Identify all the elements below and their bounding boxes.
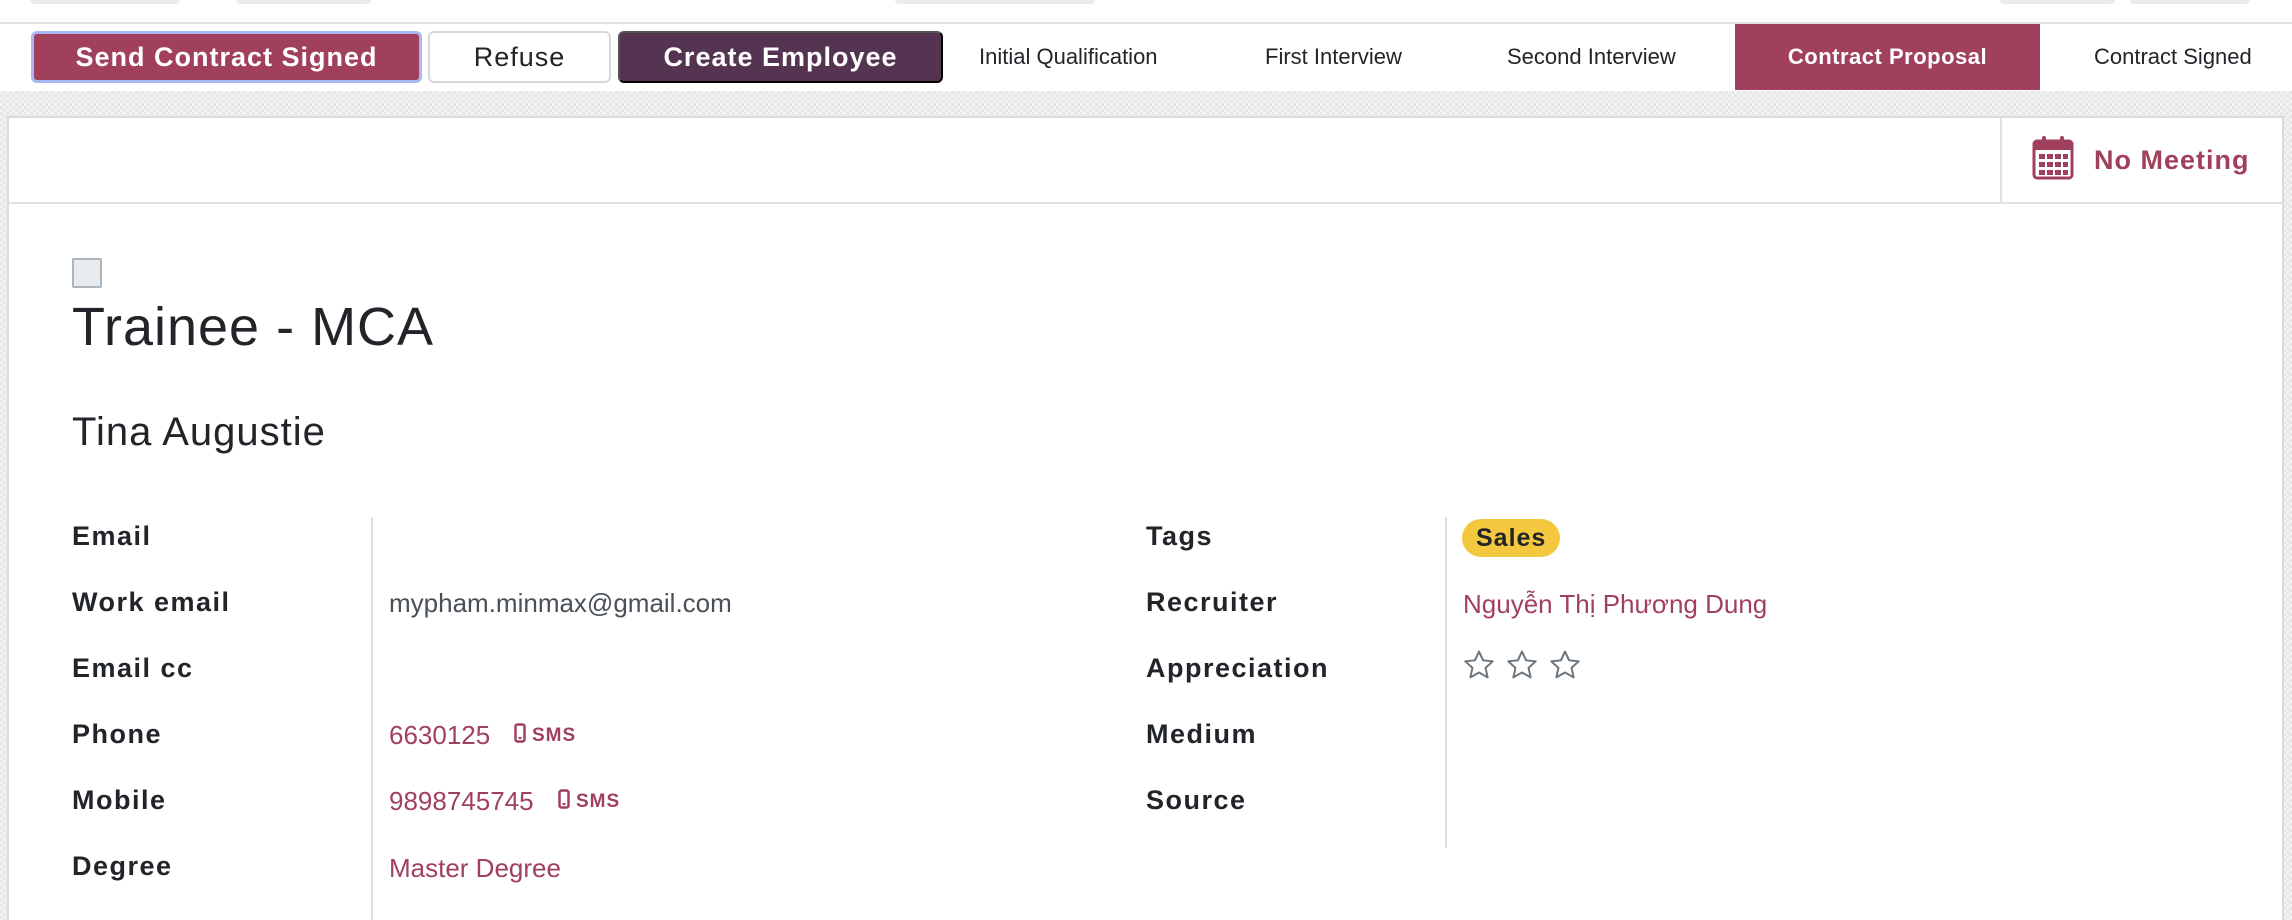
work-email-field[interactable]: mypham.minmax@gmail.com: [389, 588, 732, 619]
mobile-phone-icon: [558, 789, 570, 815]
star-icon[interactable]: [1505, 648, 1539, 687]
job-title[interactable]: Trainee - MCA: [72, 296, 434, 358]
stage-second-interview[interactable]: Second Interview: [1507, 24, 1676, 90]
mobile-phone-icon: [514, 723, 526, 749]
toolbar-remnant: [236, 0, 371, 4]
source-label: Source: [1146, 785, 1247, 815]
work-email-label: Work email: [72, 587, 231, 617]
email-cc-label: Email cc: [72, 653, 194, 683]
sms-label: SMS: [532, 725, 577, 746]
send-contract-signed-button[interactable]: Send Contract Signed: [31, 31, 422, 83]
degree-field[interactable]: Master Degree: [389, 853, 561, 884]
stage-contract-proposal[interactable]: Contract Proposal: [1735, 24, 2040, 90]
create-employee-button[interactable]: Create Employee: [618, 31, 943, 83]
mobile-label: Mobile: [72, 785, 167, 815]
recruiter-label: Recruiter: [1146, 587, 1279, 617]
control-panel: Send Contract Signed Refuse Create Emplo…: [0, 0, 2292, 93]
degree-label: Degree: [72, 851, 173, 881]
phone-field[interactable]: 6630125: [389, 720, 490, 751]
pager-remnant: [2130, 0, 2250, 4]
refuse-button[interactable]: Refuse: [428, 31, 611, 83]
star-icon[interactable]: [1462, 648, 1496, 687]
tags-label: Tags: [1146, 521, 1214, 551]
applicant-name[interactable]: Tina Augustie: [72, 410, 326, 455]
star-icon[interactable]: [1548, 648, 1582, 687]
stage-initial-qualification[interactable]: Initial Qualification: [979, 24, 1158, 90]
sms-label: SMS: [576, 791, 621, 812]
mobile-sms-button[interactable]: SMS: [558, 789, 620, 815]
pager-remnant: [2000, 0, 2115, 4]
smart-button-box: No Meeting: [9, 118, 2282, 204]
email-label: Email: [72, 521, 152, 551]
field-separator: [371, 517, 373, 920]
mobile-field[interactable]: 9898745745: [389, 786, 534, 817]
medium-label: Medium: [1146, 719, 1258, 749]
breadcrumb-remnant: [30, 0, 180, 4]
calendar-icon: [2032, 134, 2074, 187]
tag-sales[interactable]: Sales: [1462, 519, 1561, 557]
appreciation-label: Appreciation: [1146, 653, 1330, 683]
phone-label: Phone: [72, 719, 163, 749]
toolbar-remnant: [895, 0, 1095, 4]
phone-sms-button[interactable]: SMS: [514, 723, 576, 749]
field-separator: [1445, 517, 1447, 848]
stage-contract-signed[interactable]: Contract Signed: [2094, 24, 2252, 90]
appreciation-stars[interactable]: [1462, 648, 1582, 687]
select-checkbox[interactable]: [72, 258, 102, 288]
stage-first-interview[interactable]: First Interview: [1265, 24, 1402, 90]
recruiter-field[interactable]: Nguyễn Thị Phương Dung: [1463, 589, 1767, 620]
meeting-smart-button[interactable]: No Meeting: [2000, 118, 2282, 202]
meeting-label: No Meeting: [2094, 144, 2250, 175]
